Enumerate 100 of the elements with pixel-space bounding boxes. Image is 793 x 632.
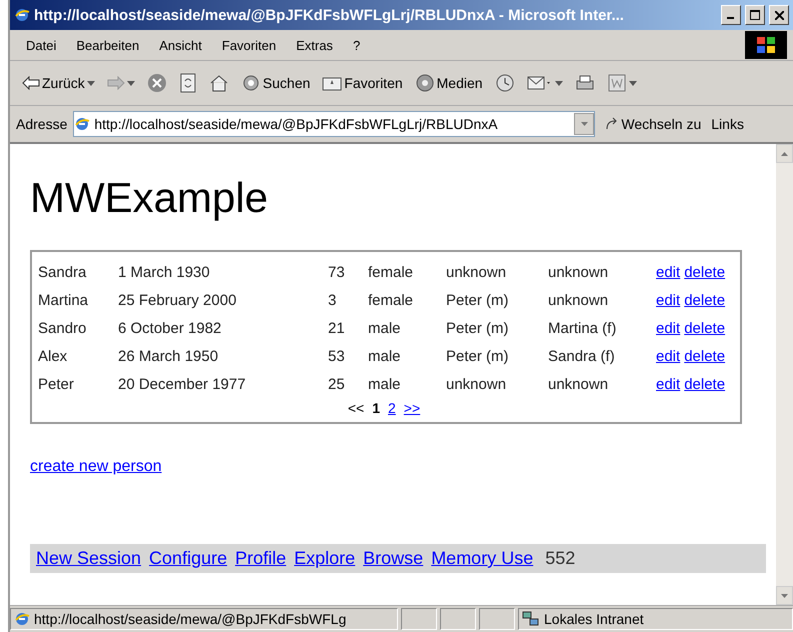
table-cell-text: unknown [446,376,508,392]
footer-link[interactable]: Memory Use [431,548,534,569]
down-arrow-icon [580,122,588,126]
table-cell-text: unknown [548,376,610,392]
action-link[interactable]: edit [656,376,680,392]
menu-item[interactable]: Extras [286,38,343,52]
table-cell-text: 73 [328,264,346,280]
up-arrow-icon [781,152,788,156]
table-cell-text: female [368,292,414,308]
caret-icon [554,80,563,86]
page-icon [74,116,90,132]
action-link[interactable]: edit [656,264,680,280]
status-url: http://localhost/seaside/mewa/@BpJFKdFsbWFLg [10,608,398,630]
history-icon [494,73,515,93]
table-cell-text: male [368,348,402,364]
forward-arrow-icon [106,76,125,90]
table-cell-text: Martina (f) [548,320,618,336]
windows-logo [745,31,787,59]
action-link[interactable]: delete [684,348,726,364]
table-cell-text: female [368,264,414,280]
page-link[interactable]: 1 [372,400,380,416]
table-cell-text: Sandra (f) [548,348,616,364]
action-link[interactable]: edit [656,292,680,308]
footer-link[interactable]: Explore [294,548,356,569]
action-link[interactable]: delete [684,292,726,308]
browser-icon [14,7,30,23]
maximize-button[interactable] [745,5,765,25]
table-cell-text: Sandro [38,320,88,336]
footer-link[interactable]: Browse [363,548,424,569]
printer-icon [574,74,595,92]
status-pane [440,608,476,630]
maximize-icon [750,10,760,20]
table-cell-text: Peter (m) [446,348,510,364]
caret-icon [126,80,135,86]
refresh-icon [178,73,197,93]
caret-icon [628,80,637,86]
action-link[interactable]: delete [684,264,726,280]
stop-icon [146,73,167,93]
action-link[interactable]: delete [684,320,726,336]
table-cell-text: unknown [446,264,508,280]
create-link[interactable]: create new person [30,458,162,475]
search-button[interactable]: Suchen [236,72,314,94]
network-icon [522,611,540,627]
links-label[interactable]: Links [711,116,744,132]
next-page-link[interactable]: >> [404,400,420,416]
back-arrow-icon [22,76,40,90]
back-button[interactable]: Zurück [18,73,99,93]
page-link[interactable]: 2 [388,400,396,416]
menu-item[interactable]: Bearbeiten [66,38,150,52]
table-cell-text: male [368,320,402,336]
dropdown-button[interactable] [574,113,594,135]
menu-item[interactable]: Datei [16,38,66,52]
table-cell-text: 1 March 1930 [118,264,211,280]
footer-link[interactable]: Configure [149,548,228,569]
table-cell-text: 6 October 1982 [118,320,222,336]
table-cell-text: 26 March 1950 [118,348,220,364]
footer-link[interactable]: New Session [36,548,142,569]
table-cell-text: Martina [38,292,90,308]
action-link[interactable]: edit [656,320,680,336]
close-icon [774,10,784,20]
favorites-button[interactable]: Favoriten [318,72,407,94]
menu-item[interactable]: Favoriten [212,38,286,52]
menu-item[interactable]: Ansicht [149,38,212,52]
table-cell-text: Peter [38,376,75,392]
status-pane [479,608,515,630]
go-button[interactable]: Wechseln zu [601,114,706,134]
table-cell-text: 21 [328,320,346,336]
home-icon [208,74,229,92]
table-cell-text: unknown [548,264,610,280]
media-button[interactable]: Medien [410,71,487,95]
media-icon [414,73,435,93]
memory-value: 552 [545,548,576,569]
table-cell-text: Alex [38,348,68,364]
table-cell-text: 25 February 2000 [118,292,238,308]
action-link[interactable]: edit [656,348,680,364]
action-link[interactable]: delete [684,376,726,392]
document-w-icon [606,73,627,93]
table-cell-text: 3 [328,292,338,308]
pager-prev: << [348,400,364,416]
footer-link[interactable]: Profile [235,548,286,569]
page-icon [14,611,30,627]
minimize-button[interactable] [721,5,741,25]
table-cell-text: Peter (m) [446,292,510,308]
table-cell-text: 53 [328,348,346,364]
status-pane [401,608,437,630]
window-title: http://localhost/seaside/mewa/@BpJFKdFsbWFLgLrj/RBLUDnxA - Microsoft Inter... [34,6,625,24]
menu-item[interactable]: ? [342,38,370,52]
table-cell-text: 25 [328,376,346,392]
scrollbar[interactable] [776,144,793,605]
down-arrow-icon [781,594,788,598]
caret-icon [86,80,95,86]
table-cell-text: 20 December 1977 [118,376,247,392]
close-button[interactable] [769,5,789,25]
table-cell-text: unknown [548,292,610,308]
table-cell-text: Sandra [38,264,88,280]
address-field[interactable]: http://localhost/seaside/mewa/@BpJFKdFsbWFLgLrj/RBLUDnxA [73,111,596,137]
table-cell-text: male [368,376,402,392]
page-heading: MWExample [30,174,270,222]
status-zone: Lokales Intranet [518,608,793,630]
table-cell-text: Peter (m) [446,320,510,336]
